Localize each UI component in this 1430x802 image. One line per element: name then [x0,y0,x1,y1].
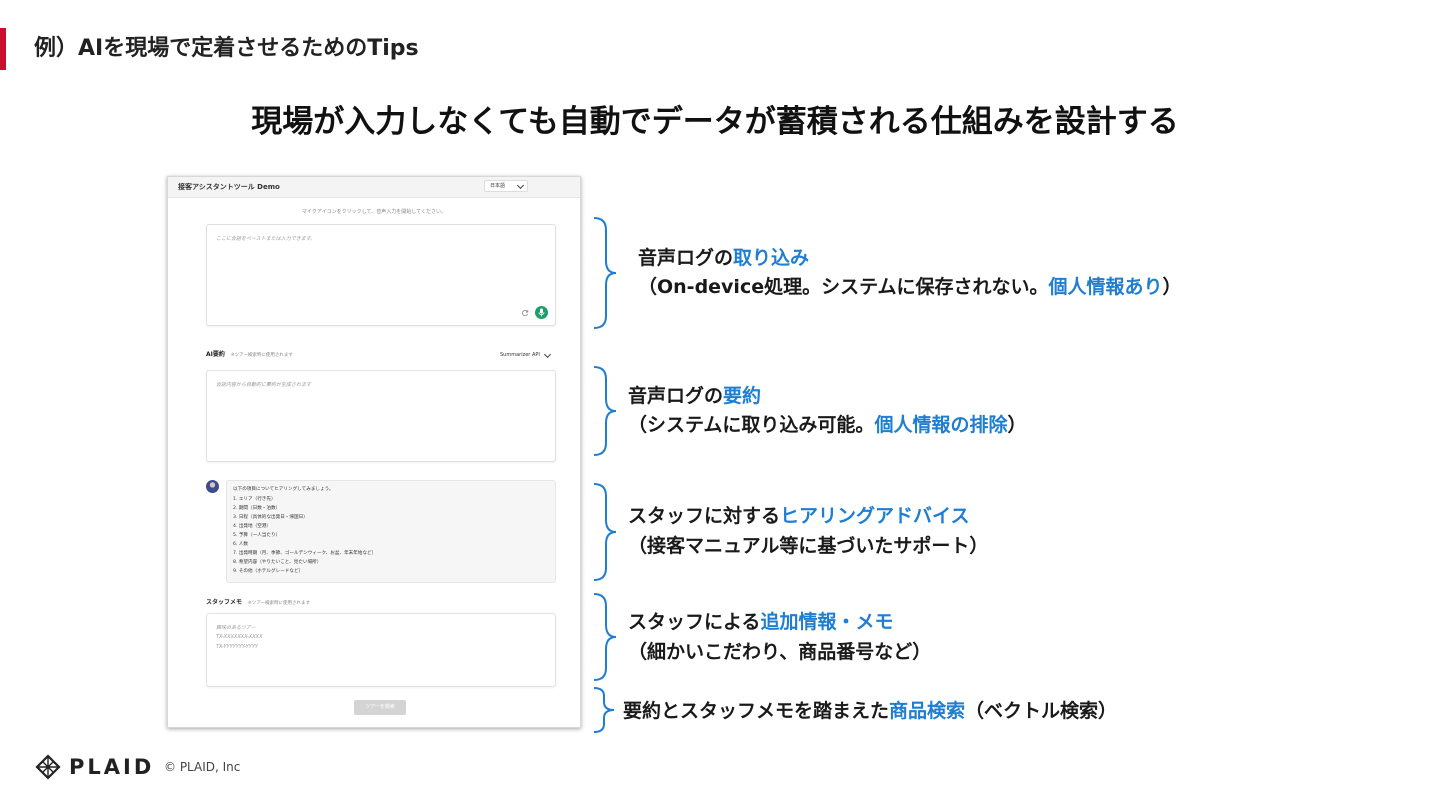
staff-memo-input[interactable]: 興味のあるツアー TX-XXXXXXX-XXXX TX-YYYYYYY-YYYY [206,613,556,687]
accent-bar [0,28,6,70]
conversation-placeholder: ここに会話をペーストまたは入力できます。 [216,236,316,242]
brace-icon [593,366,617,456]
annotation-highlight: 個人情報の排除 [874,414,1008,436]
summarizer-select[interactable]: Summarizer API [494,349,554,361]
language-select[interactable]: 日本語 [484,180,528,192]
annotation-text: ） [1162,276,1182,298]
list-item: 5. 予算（一人当たり） [233,533,281,538]
memo-label-text: スタッフメモ [206,599,243,606]
brace-icon [593,217,617,329]
list-item: 9. その他（ホテルグレードなど） [233,569,304,574]
summary-note: ※ツアー検索時に使用されます [230,353,293,358]
annotation-text: （細かいこだわり、商品番号など） [628,641,932,663]
conversation-input[interactable]: ここに会話をペーストまたは入力できます。 [206,224,556,326]
summary-label: AI要約 ※ツアー検索時に使用されます [206,349,293,358]
annotation-text: （ベクトル検索） [965,700,1118,722]
plaid-logo-text: PLAID [69,755,155,779]
app-title: 接客アシスタントツール Demo [178,183,280,191]
chevron-down-icon [543,350,552,359]
advice-bubble: 以下の項目についてヒアリングしてみましょう。 1. エリア（行き先） 2. 期間… [226,480,556,583]
mic-icon [538,308,545,317]
app-screenshot: 接客アシスタントツール Demo 日本語 マイクアイコンをクリックして、音声入力… [167,176,581,728]
list-item: 7. 出発時期（月、季節、ゴールデンウィーク、お盆、年末年始など） [233,551,377,556]
annotation-highlight: 個人情報あり [1048,276,1163,298]
memo-line: TX-XXXXXXX-XXXX [216,634,263,640]
summarizer-value: Summarizer API [500,352,540,358]
annotation-text: ） [1007,414,1027,436]
annotation-search: 要約とスタッフメモを踏まえた商品検索（ベクトル検索） [623,696,1117,723]
annotation-highlight: ヒアリングアドバイス [780,505,970,527]
annotation-text: （システムに取り込み可能。 [628,414,875,436]
mic-button[interactable] [535,306,548,319]
list-item: 3. 日程（具体的な出発日・帰国日） [233,515,308,520]
annotation-capture-line1: 音声ログの取り込み [638,243,809,270]
summary-label-text: AI要約 [206,351,225,358]
annotation-text: スタッフに対する [628,505,781,527]
list-item: 4. 出発地（空港） [233,524,272,529]
annotation-text: （接客マニュアル等に基づいたサポート） [628,535,989,557]
annotation-summary-line2: （システムに取り込み可能。個人情報の排除） [628,410,1026,437]
annotation-capture-line2: （On-device処理。システムに保存されない。個人情報あり） [638,272,1182,299]
annotation-text: スタッフによる [628,611,761,633]
annotation-text: 音声ログの [638,247,734,269]
brace-icon [593,593,617,681]
plaid-logo-icon [35,754,61,780]
annotation-memo-line2: （細かいこだわり、商品番号など） [628,637,931,664]
annotation-highlight: 要約 [723,385,762,407]
list-item: 2. 期間（日数・泊数） [233,506,281,511]
annotation-summary-line1: 音声ログの要約 [628,381,761,408]
brace-icon [593,483,617,581]
language-value: 日本語 [490,183,506,189]
page-title: 現場が入力しなくても自動でデータが蓄積される仕組みを設計する [251,104,1179,140]
annotation-advice-line2: （接客マニュアル等に基づいたサポート） [628,531,988,558]
tour-search-button[interactable]: ツアーを検索 [354,700,406,715]
summary-output: 会話内容から自動的に要約が生成されます [206,370,556,462]
annotation-memo-line1: スタッフによる追加情報・メモ [628,607,893,634]
brace-icon [593,687,615,733]
memo-line: TX-YYYYYYY-YYYY [216,644,258,650]
refresh-icon[interactable] [521,309,529,317]
list-item: 6. 人数 [233,542,249,547]
app-header: 接客アシスタントツール Demo 日本語 [168,177,580,198]
annotation-highlight: 商品検索 [889,700,966,722]
annotation-text: 音声ログの [628,385,724,407]
copyright: © PLAID, Inc [164,760,241,774]
list-item: 8. 希望内容（やりたいこと、見たい場所） [233,560,322,565]
list-item: 1. エリア（行き先） [233,497,276,502]
annotation-text: （On-device処理。システムに保存されない。 [638,276,1049,298]
mic-hint: マイクアイコンをクリックして、音声入力を開始してください。 [302,209,446,215]
memo-line: 興味のあるツアー [216,625,256,631]
summary-placeholder: 会話内容から自動的に要約が生成されます [216,382,312,388]
memo-note: ※ツアー検索時に使用されます [248,601,311,606]
annotation-text: 要約とスタッフメモを踏まえた [623,700,890,722]
advice-intro: 以下の項目についてヒアリングしてみましょう。 [233,487,334,492]
memo-label: スタッフメモ ※ツアー検索時に使用されます [206,597,310,606]
slide-label: 例）AIを現場で定着させるためのTips [34,36,419,61]
chevron-down-icon [516,181,525,190]
annotation-highlight: 追加情報・メモ [760,611,894,633]
annotation-highlight: 取り込み [733,247,810,269]
assistant-avatar [206,480,219,493]
annotation-advice-line1: スタッフに対するヒアリングアドバイス [628,501,969,528]
